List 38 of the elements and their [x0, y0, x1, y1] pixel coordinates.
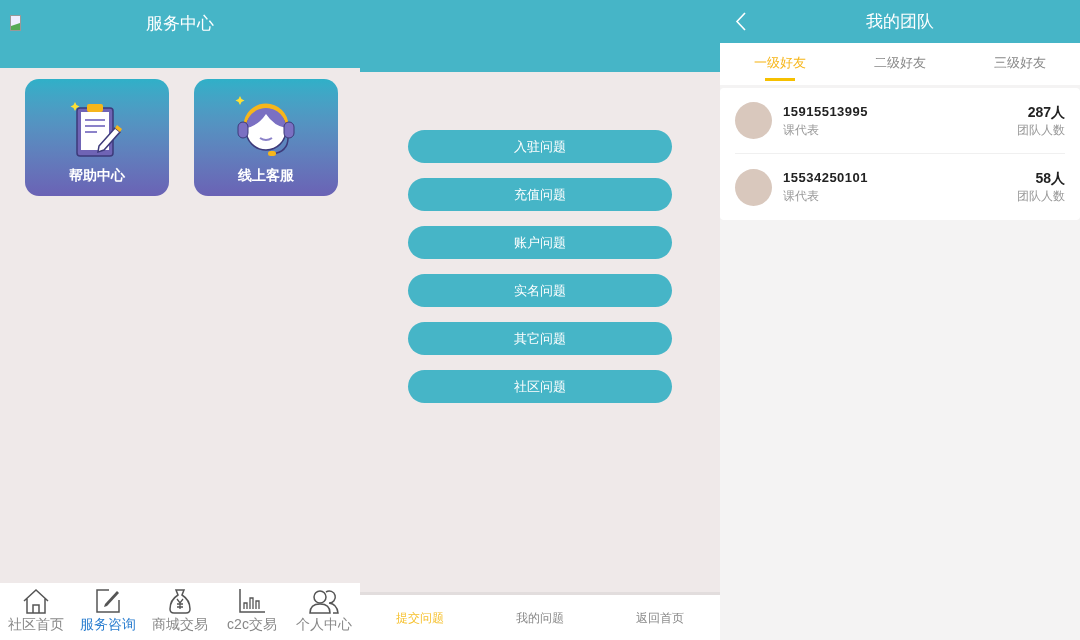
phone-number: 15915513995	[783, 102, 870, 121]
page-title: 服务中心	[146, 13, 214, 35]
question-button[interactable]: 入驻问题	[408, 130, 672, 163]
friend-tab[interactable]: 三级好友	[994, 43, 1046, 85]
nav-tab[interactable]: 社区首页	[0, 583, 72, 640]
card-label: 帮助中心	[69, 166, 125, 184]
friend-tab[interactable]: 二级好友	[874, 43, 926, 85]
team-count: 287人	[1027, 102, 1065, 121]
team-count-label: 团队人数	[1017, 121, 1065, 139]
question-button[interactable]: 实名问题	[408, 274, 672, 307]
edit-icon	[95, 588, 121, 614]
team-count: 58人	[1035, 169, 1065, 187]
question-button[interactable]: 其它问题	[408, 322, 672, 355]
nav-tab[interactable]: c2c交易	[216, 583, 288, 640]
people-icon	[309, 588, 339, 614]
avatar-placeholder	[735, 102, 772, 139]
house-icon	[22, 588, 50, 614]
card-label: 线上客服	[238, 166, 294, 184]
avatar-placeholder	[735, 168, 772, 206]
back-icon[interactable]	[735, 12, 746, 31]
bottom-tab[interactable]: 返回首页	[636, 608, 684, 627]
money-bag-icon	[167, 588, 193, 614]
nav-tab[interactable]: 个人中心	[288, 583, 360, 640]
nav-tab[interactable]: 商城交易	[144, 583, 216, 640]
page-title: 我的团队	[866, 10, 934, 33]
service-card[interactable]: 帮助中心	[25, 79, 169, 196]
member-role: 课代表	[783, 188, 820, 205]
nav-tab[interactable]: 服务咨询	[72, 583, 144, 640]
team-count-label: 团队人数	[1017, 188, 1065, 205]
member-role: 课代表	[783, 121, 820, 139]
bottom-tab[interactable]: 我的问题	[516, 608, 564, 627]
question-button[interactable]: 充值问题	[408, 178, 672, 211]
broken-image-icon	[10, 15, 21, 31]
question-button[interactable]: 账户问题	[408, 226, 672, 259]
question-button[interactable]: 社区问题	[408, 370, 672, 403]
phone-number: 15534250101	[783, 169, 870, 187]
service-card[interactable]: 线上客服	[194, 79, 338, 196]
bar-chart-icon	[238, 588, 266, 614]
